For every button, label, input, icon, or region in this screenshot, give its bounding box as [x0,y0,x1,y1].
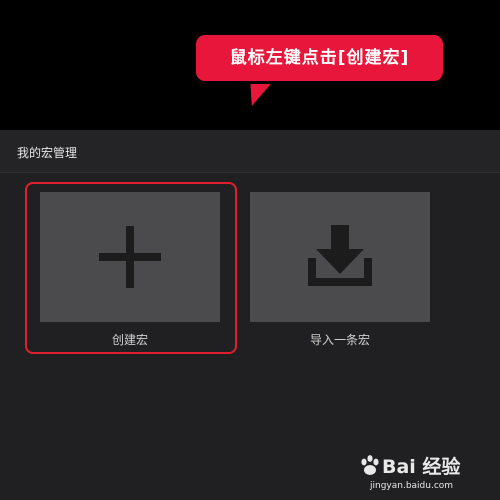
download-icon [308,225,372,286]
screenshot-page: 鼠标左键点击[创建宏] 我的宏管理 创建宏 导入一条宏 Bai 经验 jingy… [0,0,500,500]
import-macro-button[interactable] [250,192,430,322]
highlight-box [25,182,237,354]
paw-icon [361,455,379,475]
callout-text: 鼠标左键点击[创建宏] [229,48,410,68]
watermark-logo-text: Bai 经验 [382,456,461,478]
import-macro-label[interactable]: 导入一条宏 [250,331,430,348]
panel-header: 我的宏管理 [0,130,500,173]
watermark-url: jingyan.baidu.com [370,481,454,491]
baidu-jingyan-watermark: Bai 经验 jingyan.baidu.com [350,450,500,500]
macro-management-panel: 我的宏管理 创建宏 导入一条宏 [0,130,500,500]
panel-title: 我的宏管理 [17,146,78,160]
